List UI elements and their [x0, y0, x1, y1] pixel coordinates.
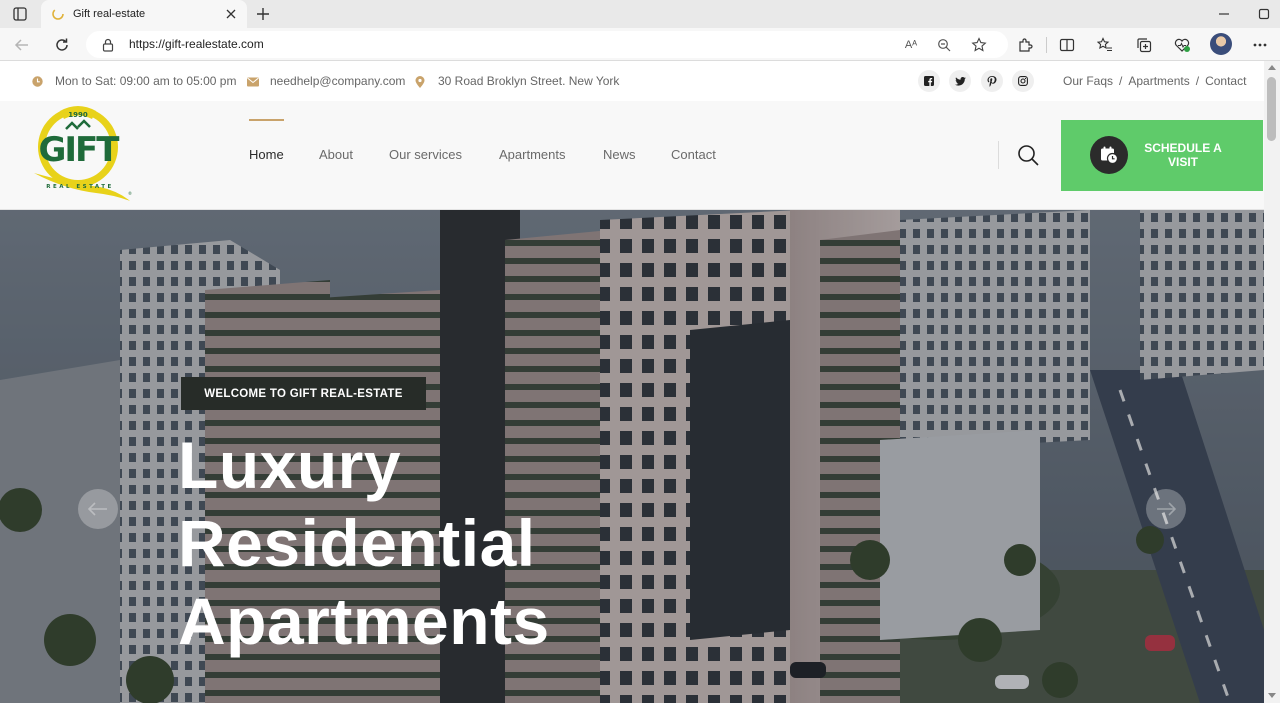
- browser-tabstrip: Gift real-estate: [0, 0, 1280, 28]
- contact-top-link[interactable]: Contact: [1205, 74, 1246, 88]
- tab-actions-icon: [13, 7, 27, 21]
- refresh-icon: [56, 38, 68, 51]
- header-divider: [998, 141, 999, 169]
- apartments-top-link[interactable]: Apartments: [1128, 74, 1189, 88]
- url-text[interactable]: https://gift-realestate.com: [129, 37, 264, 51]
- minimize-icon: [1219, 13, 1229, 15]
- read-aloud-icon[interactable]: Aᴬ: [901, 35, 921, 55]
- favorite-star-icon[interactable]: [969, 35, 989, 55]
- toolbar-divider: [1046, 37, 1047, 53]
- logo-tagline: REAL ESTATE: [46, 184, 114, 190]
- more-dots-icon: [1253, 43, 1267, 47]
- nav-home[interactable]: Home: [249, 147, 284, 162]
- gift-logo[interactable]: 1990 GIFT REAL ESTATE ®: [30, 103, 136, 207]
- link-separator: /: [1195, 74, 1200, 88]
- slider-prev-button[interactable]: [78, 489, 118, 529]
- schedule-visit-button[interactable]: SCHEDULE A VISIT: [1061, 120, 1263, 191]
- opening-hours-text: Mon to Sat: 09:00 am to 05:00 pm: [55, 74, 237, 88]
- top-quick-links: Our Faqs / Apartments / Contact: [1063, 74, 1246, 88]
- split-screen-icon: [1059, 38, 1075, 52]
- tab-close-icon[interactable]: [221, 4, 241, 24]
- calendar-clock-icon: [1090, 136, 1128, 174]
- scroll-thumb[interactable]: [1267, 77, 1276, 141]
- puzzle-icon: [1019, 38, 1033, 52]
- refresh-button[interactable]: [49, 32, 75, 58]
- top-info-bar: Mon to Sat: 09:00 am to 05:00 pm needhel…: [0, 61, 1264, 101]
- nav-apartments[interactable]: Apartments: [499, 147, 565, 162]
- web-page: Mon to Sat: 09:00 am to 05:00 pm needhel…: [0, 61, 1264, 703]
- link-separator: /: [1119, 74, 1123, 88]
- tab-actions-button[interactable]: [8, 4, 32, 24]
- browser-tab-active[interactable]: Gift real-estate: [41, 0, 247, 28]
- scroll-up-arrow-icon[interactable]: [1268, 65, 1276, 70]
- instagram-icon: [1018, 76, 1028, 86]
- loading-favicon-icon: [51, 7, 65, 21]
- nav-about[interactable]: About: [319, 147, 353, 162]
- nav-news[interactable]: News: [603, 147, 636, 162]
- settings-more-button[interactable]: [1247, 32, 1273, 58]
- envelope-icon: [247, 76, 259, 87]
- pinterest-icon: [987, 75, 997, 87]
- profile-avatar[interactable]: [1210, 33, 1232, 55]
- office-address: 30 Road Broklyn Street. New York: [415, 74, 619, 88]
- browser-toolbar: https://gift-realestate.com Aᴬ: [0, 28, 1280, 61]
- contact-email[interactable]: needhelp@company.com: [247, 74, 405, 88]
- hero-eyebrow-badge: WELCOME TO GIFT REAL-ESTATE: [181, 377, 426, 410]
- hero-title-line-3: Apartments: [178, 584, 550, 658]
- facebook-link[interactable]: [918, 70, 940, 92]
- new-tab-button[interactable]: [252, 3, 274, 25]
- pinterest-link[interactable]: [981, 70, 1003, 92]
- maximize-icon: [1258, 8, 1270, 20]
- back-button[interactable]: [9, 32, 35, 58]
- nav-contact[interactable]: Contact: [671, 147, 716, 162]
- schedule-visit-line2: VISIT: [1167, 155, 1198, 169]
- instagram-link[interactable]: [1012, 70, 1034, 92]
- schedule-visit-label: SCHEDULE A VISIT: [1143, 141, 1223, 169]
- map-pin-icon: [415, 75, 426, 88]
- logo-year: 1990: [68, 111, 88, 119]
- facebook-icon: [924, 76, 934, 86]
- minimize-button[interactable]: [1212, 4, 1236, 24]
- collections-icon: [1137, 38, 1152, 53]
- favorites-button[interactable]: [1092, 32, 1118, 58]
- schedule-visit-line1: SCHEDULE A: [1144, 141, 1222, 155]
- faqs-link[interactable]: Our Faqs: [1063, 74, 1113, 88]
- collections-button[interactable]: [1131, 32, 1157, 58]
- hero-title-line-1: Luxury: [178, 428, 402, 502]
- maximize-button[interactable]: [1252, 4, 1276, 24]
- email-text[interactable]: needhelp@company.com: [270, 74, 405, 88]
- hero-title-line-2: Residential: [178, 506, 536, 580]
- page-scrollbar[interactable]: [1264, 61, 1280, 703]
- opening-hours: Mon to Sat: 09:00 am to 05:00 pm: [32, 74, 236, 88]
- site-header: 1990 GIFT REAL ESTATE ® Home About Our s…: [0, 101, 1264, 210]
- zoom-icon[interactable]: [934, 35, 954, 55]
- search-icon: [1018, 145, 1039, 166]
- clock-icon: [32, 75, 43, 87]
- slider-next-button[interactable]: [1146, 489, 1186, 529]
- extensions-button[interactable]: [1012, 32, 1038, 58]
- logo-registered-mark: ®: [128, 191, 132, 196]
- active-nav-indicator: [249, 119, 284, 121]
- search-button[interactable]: [1016, 143, 1040, 167]
- plus-icon: [257, 8, 269, 20]
- lock-icon[interactable]: [100, 37, 116, 53]
- browser-essentials-button[interactable]: [1169, 32, 1195, 58]
- arrow-right-icon: [1157, 502, 1176, 516]
- logo-wordmark: GIFT: [39, 130, 121, 170]
- twitter-link[interactable]: [949, 70, 971, 92]
- heart-pulse-icon: [1174, 38, 1190, 52]
- favorites-list-icon: [1097, 37, 1112, 52]
- nav-our-services[interactable]: Our services: [389, 147, 462, 162]
- hero-slider: WELCOME TO GIFT REAL-ESTATE Luxury Resid…: [0, 210, 1264, 703]
- split-screen-button[interactable]: [1054, 32, 1080, 58]
- address-text: 30 Road Broklyn Street. New York: [438, 74, 620, 88]
- arrow-left-icon: [14, 39, 28, 51]
- address-bar[interactable]: https://gift-realestate.com Aᴬ: [86, 31, 1008, 58]
- scroll-down-arrow-icon[interactable]: [1268, 693, 1276, 698]
- twitter-icon: [954, 76, 966, 86]
- tab-title: Gift real-estate: [73, 8, 146, 20]
- arrow-left-icon: [88, 502, 107, 516]
